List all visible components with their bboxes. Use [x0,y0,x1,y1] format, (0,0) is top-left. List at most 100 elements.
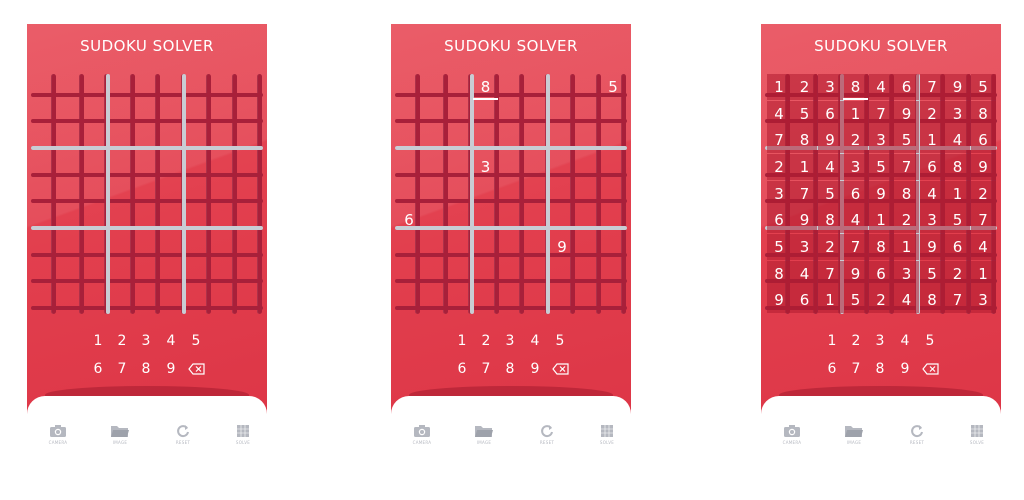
grid-cell[interactable]: 3 [868,127,894,154]
grid-cell[interactable]: 4 [868,74,894,100]
grid-cell[interactable]: 8 [817,207,843,234]
grid-cell[interactable]: 6 [843,180,868,207]
grid-cell[interactable]: 6 [792,287,817,314]
toolbar-button-reset[interactable]: RESET [169,424,197,454]
grid-cell[interactable]: 1 [766,74,792,100]
keypad-key-3[interactable]: 3 [137,330,155,352]
keypad-key-1[interactable]: 1 [823,330,841,352]
keypad-key-7[interactable]: 7 [847,358,865,380]
grid-cell[interactable]: 9 [792,207,817,234]
grid-cell[interactable]: 8 [945,154,970,180]
grid-cell[interactable]: 6 [868,260,894,287]
grid-cell[interactable]: 5 [843,287,868,314]
grid-cell[interactable]: 1 [817,287,843,314]
grid-cell[interactable]: 8 [970,100,996,127]
grid-cell[interactable]: 5 [919,260,945,287]
keypad-key-7[interactable]: 7 [477,358,495,380]
grid-cell[interactable]: 4 [945,127,970,154]
grid-cell[interactable]: 3 [970,287,996,314]
grid-cell[interactable]: 7 [945,287,970,314]
grid-cell[interactable]: 9 [550,234,575,260]
grid-cell[interactable]: 2 [843,127,868,154]
grid-cell[interactable]: 3 [473,154,498,180]
keypad-key-4[interactable]: 4 [526,330,544,352]
toolbar-button-image[interactable]: IMAGE [106,424,134,454]
grid-cell[interactable]: 9 [766,287,792,314]
keypad-key-7[interactable]: 7 [113,358,131,380]
keypad-key-2[interactable]: 2 [477,330,495,352]
grid-cell[interactable]: 5 [766,234,792,260]
grid-cell[interactable]: 2 [970,180,996,207]
grid-cell[interactable]: 5 [945,207,970,234]
grid-cell[interactable]: 7 [970,207,996,234]
keypad-key-8[interactable]: 8 [501,358,519,380]
grid-cell[interactable]: 4 [817,154,843,180]
keypad-key-5[interactable]: 5 [551,330,569,352]
keypad-key-1[interactable]: 1 [89,330,107,352]
grid-cell[interactable]: 9 [970,154,996,180]
grid-cell[interactable]: 3 [766,180,792,207]
grid-cell[interactable]: 1 [843,100,868,127]
grid-cell[interactable]: 5 [868,154,894,180]
grid-cell[interactable]: 6 [970,127,996,154]
grid-cell[interactable]: 2 [919,100,945,127]
keypad-key-4[interactable]: 4 [162,330,180,352]
toolbar-button-camera[interactable]: CAMERA [778,424,806,454]
grid-cell[interactable]: 9 [843,260,868,287]
grid-cell[interactable]: 6 [945,234,970,260]
grid-cell[interactable]: 9 [919,234,945,260]
toolbar-button-solve[interactable]: SOLVE [229,424,257,454]
keypad-key-1[interactable]: 1 [453,330,471,352]
grid-cell[interactable]: 9 [868,180,894,207]
grid-cell[interactable]: 9 [894,100,919,127]
keypad-key-5[interactable]: 5 [921,330,939,352]
grid-cell[interactable]: 6 [766,207,792,234]
grid-cell[interactable]: 3 [792,234,817,260]
grid-cell[interactable]: 7 [919,74,945,100]
backspace-icon[interactable] [552,358,570,380]
toolbar-button-solve[interactable]: SOLVE [593,424,621,454]
backspace-icon[interactable] [922,358,940,380]
grid-cell[interactable]: 4 [919,180,945,207]
grid-cell[interactable]: 8 [473,74,498,100]
grid-cell[interactable]: 2 [792,74,817,100]
grid-cell[interactable]: 1 [919,127,945,154]
keypad-key-9[interactable]: 9 [162,358,180,380]
keypad-key-2[interactable]: 2 [847,330,865,352]
grid-cell[interactable]: 8 [919,287,945,314]
grid-cell[interactable]: 6 [919,154,945,180]
grid-cell[interactable]: 5 [601,74,626,100]
grid-cell[interactable]: 6 [817,100,843,127]
grid-cell[interactable]: 2 [868,287,894,314]
keypad-key-3[interactable]: 3 [501,330,519,352]
toolbar-button-camera[interactable]: CAMERA [44,424,72,454]
grid-cell[interactable]: 7 [894,154,919,180]
grid-cell[interactable]: 1 [970,260,996,287]
grid-cell[interactable]: 3 [945,100,970,127]
grid-cell[interactable]: 6 [894,74,919,100]
keypad-key-5[interactable]: 5 [187,330,205,352]
toolbar-button-camera[interactable]: CAMERA [408,424,436,454]
grid-cell[interactable]: 4 [894,287,919,314]
grid-cell[interactable]: 2 [817,234,843,260]
toolbar-button-reset[interactable]: RESET [903,424,931,454]
grid-cell[interactable]: 4 [792,260,817,287]
sudoku-grid[interactable]: 1238467954561792387892351462143576893756… [765,74,997,334]
keypad-key-2[interactable]: 2 [113,330,131,352]
grid-cell[interactable]: 6 [397,207,422,233]
grid-cell[interactable]: 5 [894,127,919,154]
sudoku-grid[interactable] [31,74,263,334]
keypad-key-8[interactable]: 8 [871,358,889,380]
keypad-key-3[interactable]: 3 [871,330,889,352]
grid-cell[interactable]: 2 [945,260,970,287]
grid-cell[interactable]: 1 [868,207,894,234]
sudoku-grid[interactable]: 8 5 3 6 9 [395,74,627,334]
grid-cell[interactable]: 4 [766,100,792,127]
grid-cell[interactable]: 1 [894,234,919,260]
grid-cell[interactable]: 2 [766,154,792,180]
grid-cell[interactable]: 8 [868,234,894,260]
grid-cell[interactable]: 3 [894,260,919,287]
grid-cell[interactable]: 8 [792,127,817,154]
keypad-key-4[interactable]: 4 [896,330,914,352]
grid-cell[interactable]: 8 [894,180,919,207]
